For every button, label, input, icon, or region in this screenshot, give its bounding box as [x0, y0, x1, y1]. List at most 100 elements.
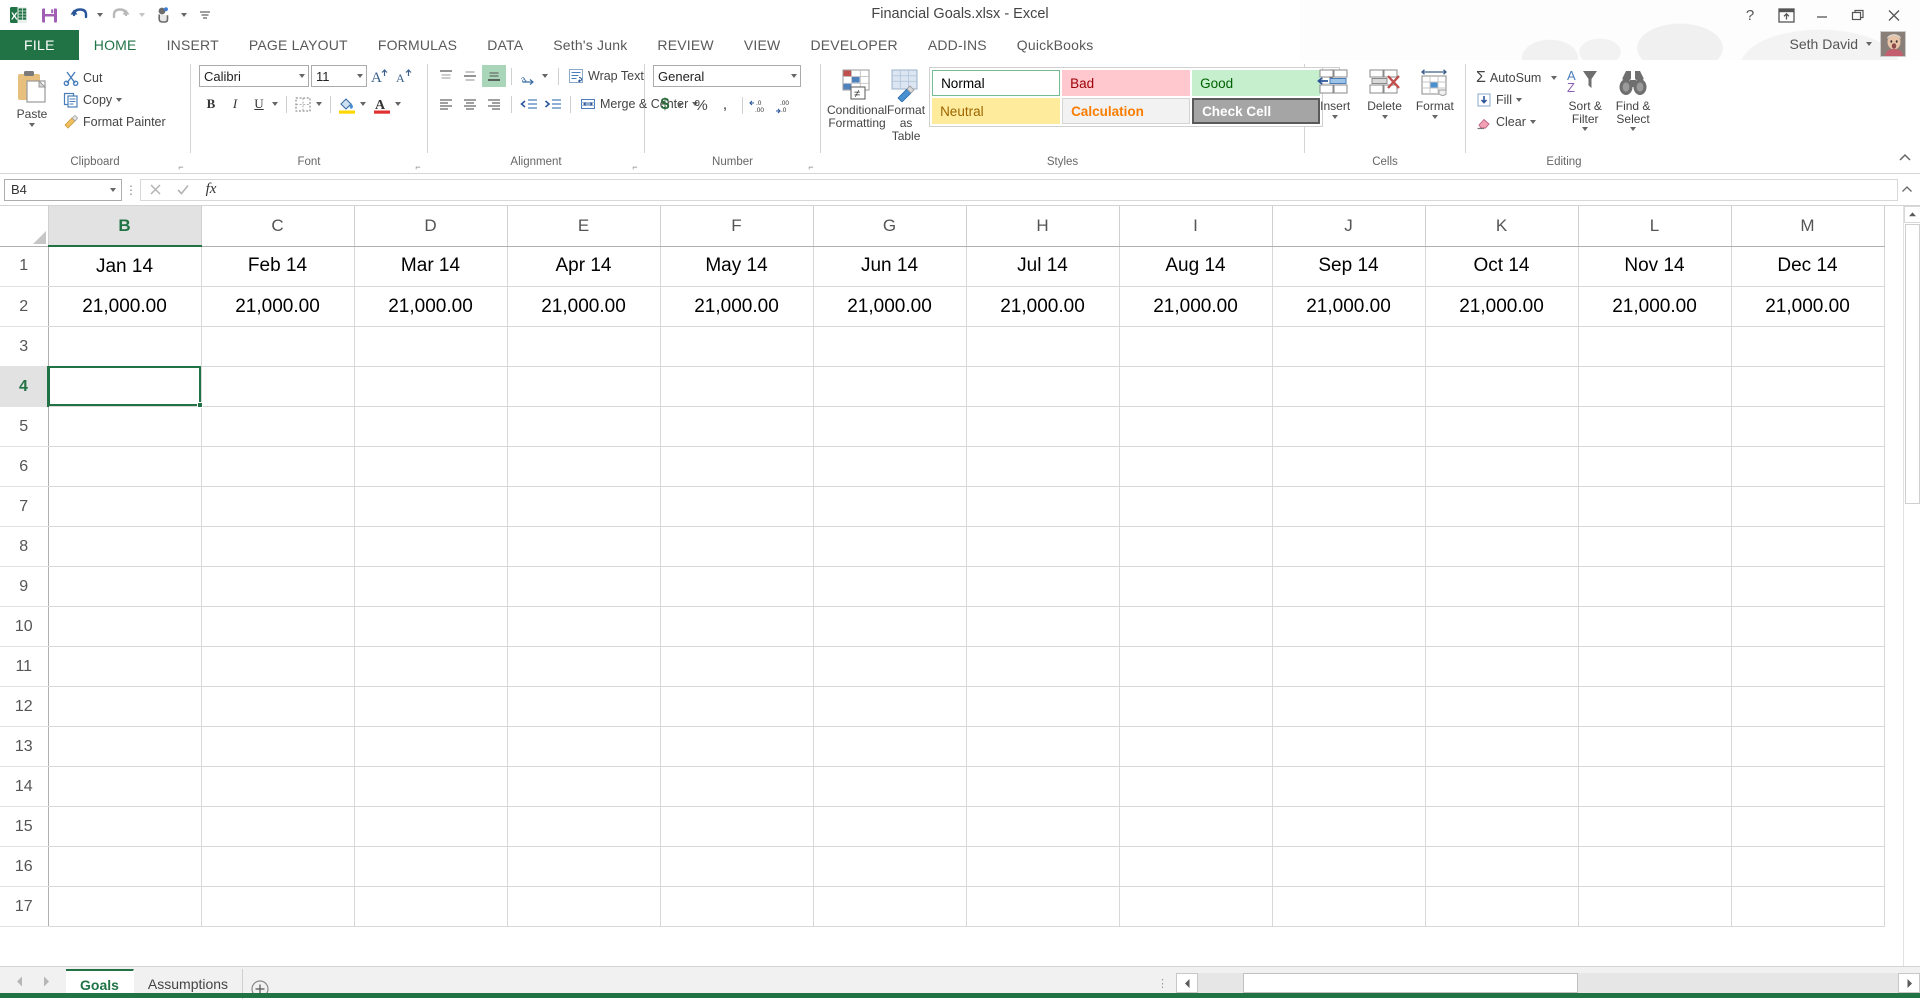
cell-I11[interactable] [1119, 646, 1273, 687]
cell-H17[interactable] [966, 886, 1120, 927]
tab-insert[interactable]: INSERT [152, 30, 234, 60]
cell-C8[interactable] [201, 526, 355, 567]
cell-C15[interactable] [201, 806, 355, 847]
cell-M5[interactable] [1731, 406, 1885, 447]
clear-dropdown-icon[interactable] [1529, 120, 1536, 124]
cell-K17[interactable] [1425, 886, 1579, 927]
tab-quickbooks[interactable]: QuickBooks [1002, 30, 1109, 60]
cell-I15[interactable] [1119, 806, 1273, 847]
cell-D13[interactable] [354, 726, 508, 767]
cell-M10[interactable] [1731, 606, 1885, 647]
orientation-dropdown-icon[interactable] [542, 74, 548, 78]
cell-M9[interactable] [1731, 566, 1885, 607]
cell-D10[interactable] [354, 606, 508, 647]
increase-decimal-button[interactable]: .0.00 [748, 94, 774, 116]
conditional-formatting-button[interactable]: ≠ Conditional Formatting [827, 65, 887, 130]
cell-M15[interactable] [1731, 806, 1885, 847]
cell-K5[interactable] [1425, 406, 1579, 447]
align-left-button[interactable] [434, 93, 458, 115]
cell-K11[interactable] [1425, 646, 1579, 687]
cell-I8[interactable] [1119, 526, 1273, 567]
cell-L8[interactable] [1578, 526, 1732, 567]
align-right-button[interactable] [482, 93, 506, 115]
cell-J12[interactable] [1272, 686, 1426, 727]
cell-C2[interactable]: 21,000.00 [201, 286, 355, 327]
delete-cells-dropdown-icon[interactable] [1381, 115, 1388, 119]
previous-sheet-icon[interactable] [14, 975, 25, 991]
cell-D4[interactable] [354, 366, 508, 407]
cell-J11[interactable] [1272, 646, 1426, 687]
orientation-button[interactable]: a [517, 65, 541, 87]
cell-B13[interactable] [48, 726, 202, 767]
cell-C9[interactable] [201, 566, 355, 607]
cell-J4[interactable] [1272, 366, 1426, 407]
paste-dropdown-icon[interactable] [29, 123, 35, 127]
cell-L17[interactable] [1578, 886, 1732, 927]
cell-H3[interactable] [966, 326, 1120, 367]
account-dropdown-icon[interactable] [1866, 42, 1872, 46]
cell-H16[interactable] [966, 846, 1120, 887]
underline-dropdown-icon[interactable] [272, 102, 278, 106]
tab-review[interactable]: REVIEW [642, 30, 728, 60]
cell-B4[interactable] [48, 366, 202, 407]
collapse-ribbon-icon[interactable] [1898, 151, 1912, 169]
cell-D15[interactable] [354, 806, 508, 847]
scroll-right-icon[interactable] [1898, 973, 1920, 993]
cell-L5[interactable] [1578, 406, 1732, 447]
cell-K6[interactable] [1425, 446, 1579, 487]
cell-G12[interactable] [813, 686, 967, 727]
cell-I5[interactable] [1119, 406, 1273, 447]
cell-F12[interactable] [660, 686, 814, 727]
column-header-j[interactable]: J [1272, 206, 1426, 247]
cell-G14[interactable] [813, 766, 967, 807]
cell-I12[interactable] [1119, 686, 1273, 727]
style-check-cell[interactable]: Check Cell [1192, 98, 1321, 124]
format-cells-dropdown-icon[interactable] [1431, 115, 1438, 119]
cell-B17[interactable] [48, 886, 202, 927]
clear-button[interactable]: Clear [1472, 111, 1561, 133]
column-header-b[interactable]: B [48, 206, 202, 247]
cell-D12[interactable] [354, 686, 508, 727]
cell-E5[interactable] [507, 406, 661, 447]
borders-button[interactable] [291, 93, 315, 115]
cell-C6[interactable] [201, 446, 355, 487]
cell-G5[interactable] [813, 406, 967, 447]
number-dialog-launcher[interactable]: ⌐ [806, 162, 816, 172]
cell-B15[interactable] [48, 806, 202, 847]
underline-button[interactable]: U [247, 93, 271, 115]
sort-filter-button[interactable]: AZ Sort & Filter [1561, 65, 1609, 131]
format-as-table-button[interactable]: Format as Table [887, 65, 925, 143]
question-mark-icon[interactable]: ? [1732, 2, 1768, 28]
cell-G7[interactable] [813, 486, 967, 527]
cell-L2[interactable]: 21,000.00 [1578, 286, 1732, 327]
cell-E4[interactable] [507, 366, 661, 407]
cell-J13[interactable] [1272, 726, 1426, 767]
cell-L1[interactable]: Nov 14 [1578, 246, 1732, 287]
cell-H12[interactable] [966, 686, 1120, 727]
cell-C17[interactable] [201, 886, 355, 927]
cell-E13[interactable] [507, 726, 661, 767]
autosum-button[interactable]: Σ AutoSum [1472, 67, 1561, 89]
cell-L13[interactable] [1578, 726, 1732, 767]
cell-L3[interactable] [1578, 326, 1732, 367]
cell-B7[interactable] [48, 486, 202, 527]
style-calculation[interactable]: Calculation [1062, 98, 1191, 124]
cell-C3[interactable] [201, 326, 355, 367]
cell-H2[interactable]: 21,000.00 [966, 286, 1120, 327]
next-sheet-icon[interactable] [41, 975, 52, 991]
cell-E15[interactable] [507, 806, 661, 847]
cell-C10[interactable] [201, 606, 355, 647]
cell-F10[interactable] [660, 606, 814, 647]
row-header-13[interactable]: 13 [0, 726, 49, 767]
fill-dropdown-icon[interactable] [1515, 98, 1522, 102]
cell-E17[interactable] [507, 886, 661, 927]
cell-C12[interactable] [201, 686, 355, 727]
cell-M3[interactable] [1731, 326, 1885, 367]
cell-K3[interactable] [1425, 326, 1579, 367]
row-header-1[interactable]: 1 [0, 246, 49, 287]
cell-G9[interactable] [813, 566, 967, 607]
cell-M14[interactable] [1731, 766, 1885, 807]
tab-view[interactable]: VIEW [729, 30, 796, 60]
cell-G16[interactable] [813, 846, 967, 887]
cell-J16[interactable] [1272, 846, 1426, 887]
